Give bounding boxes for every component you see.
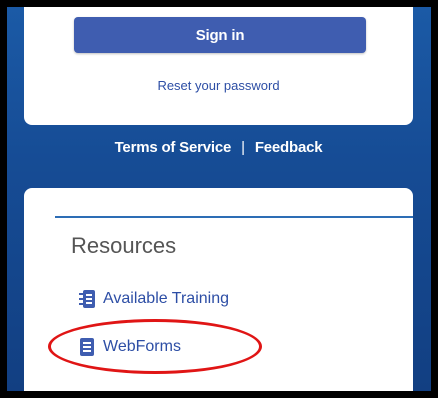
- login-card: Sign in Reset your password: [24, 7, 413, 125]
- sign-in-button[interactable]: Sign in: [74, 17, 366, 53]
- resource-available-training[interactable]: Available Training: [78, 289, 229, 309]
- app-frame: Sign in Reset your password Terms of Ser…: [7, 7, 431, 391]
- resources-card: Resources Available Training WebForms: [24, 188, 413, 391]
- footer-links: Terms of Service | Feedback: [24, 139, 413, 156]
- resources-heading: Resources: [71, 233, 177, 258]
- training-list-icon: [78, 289, 96, 309]
- feedback-link[interactable]: Feedback: [255, 139, 323, 156]
- resource-label[interactable]: Available Training: [103, 290, 229, 308]
- footer-separator: |: [241, 139, 245, 156]
- terms-of-service-link[interactable]: Terms of Service: [115, 139, 232, 156]
- highlight-ellipse: [48, 319, 262, 374]
- card-divider: [55, 216, 413, 218]
- reset-password-link[interactable]: Reset your password: [24, 78, 413, 93]
